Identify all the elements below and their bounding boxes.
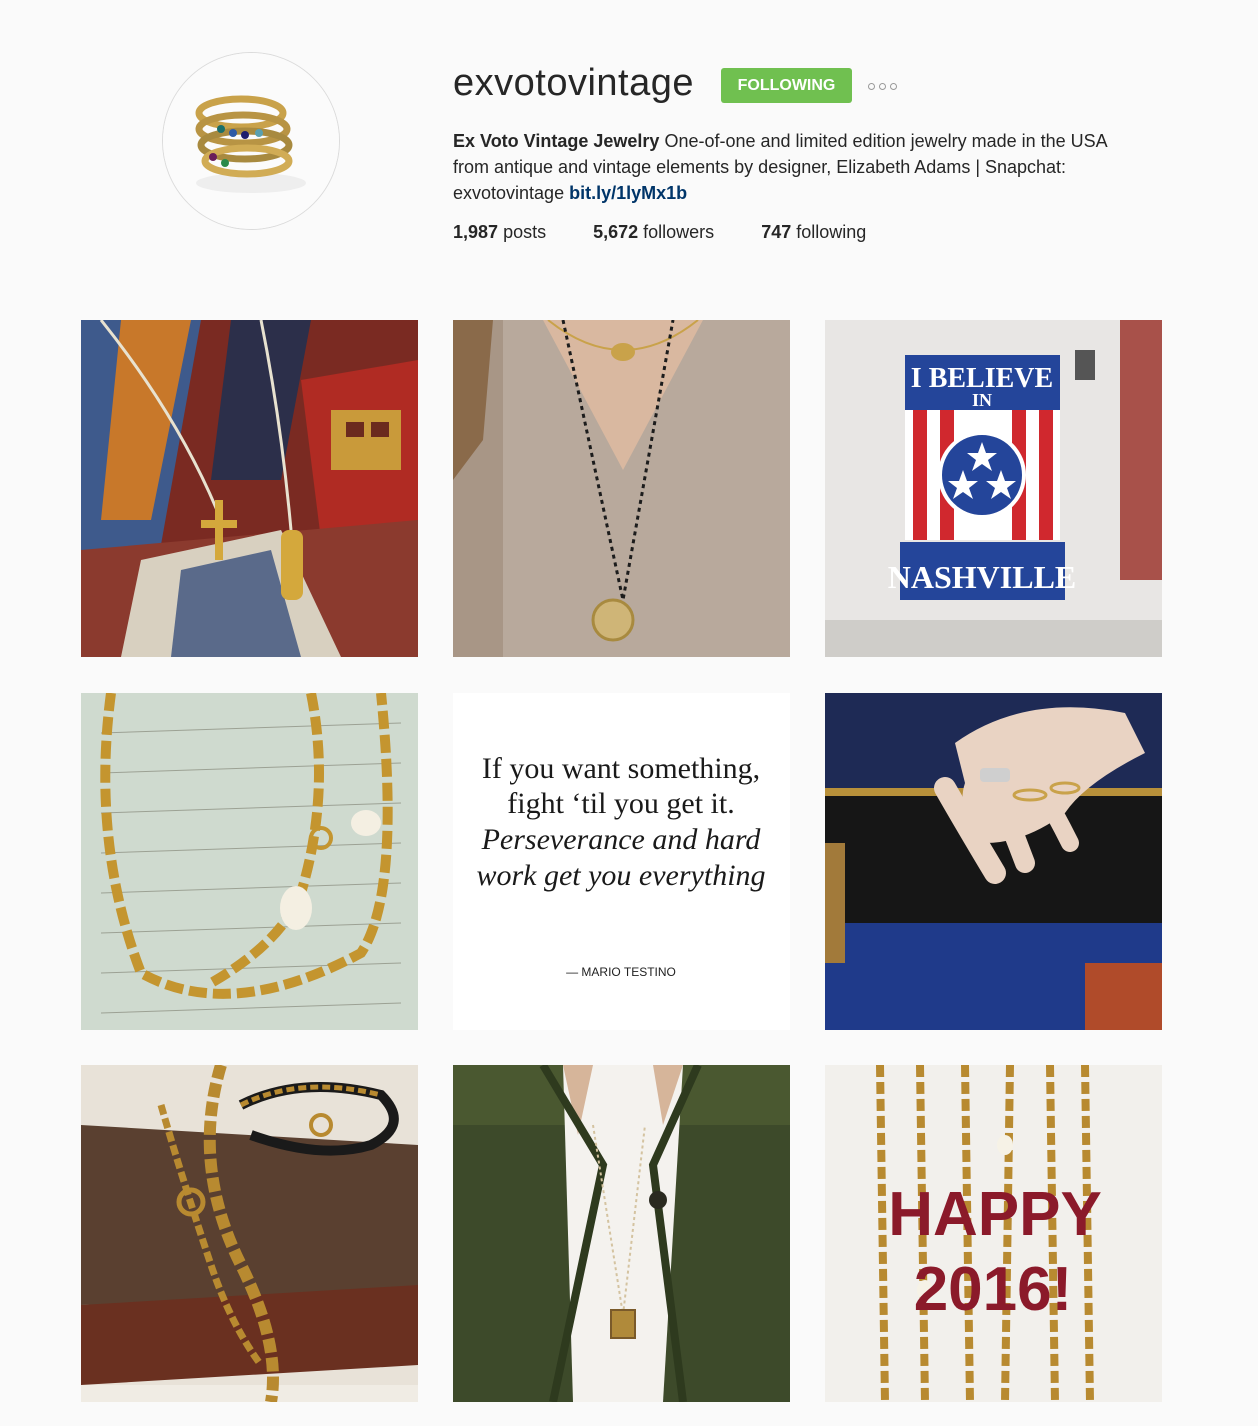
quote-line4: work get you everything — [476, 859, 765, 892]
newyear-line1: HAPPY — [888, 1180, 1102, 1249]
bio-text-line1: One-of-one and limited edition jewelry m… — [664, 131, 1108, 151]
quote-line2: fight ‘til you get it. — [507, 787, 734, 820]
quote-line3: Perseverance and hard — [481, 823, 762, 856]
followers-label: followers — [643, 222, 715, 242]
bio-link[interactable]: bit.ly/1lyMx1b — [569, 183, 687, 203]
following-stat[interactable]: 747 following — [761, 222, 866, 243]
following-label: following — [796, 222, 867, 242]
post-rings-hand[interactable] — [825, 693, 1162, 1030]
posts-label: posts — [503, 222, 547, 242]
mural-text-line2: IN — [972, 390, 992, 410]
quote-line1: If you want something, — [482, 752, 760, 785]
post-vneck-necklace[interactable] — [453, 320, 790, 657]
followers-stat[interactable]: 5,672 followers — [593, 222, 714, 243]
following-count: 747 — [761, 222, 792, 242]
posts-stat: 1,987 posts — [453, 222, 546, 243]
newyear-line2: 2016! — [914, 1255, 1073, 1324]
bio-text-line2: from antique and vintage elements by des… — [453, 157, 1067, 177]
dot-icon — [868, 82, 875, 90]
dot-icon — [890, 82, 897, 90]
bio-text-line3: exvotovintage — [453, 183, 565, 203]
profile-avatar[interactable] — [162, 52, 340, 230]
profile-bio: Ex Voto Vintage Jewelry One-of-one and l… — [453, 128, 1173, 206]
bio-full-name: Ex Voto Vintage Jewelry — [453, 131, 660, 151]
mural-text-line3: NASHVILLE — [888, 559, 1077, 595]
profile-stats: 1,987 posts 5,672 followers 747 followin… — [453, 222, 913, 243]
post-happy-new-year[interactable]: HAPPY 2016! — [825, 1065, 1162, 1402]
dot-icon — [879, 82, 886, 90]
post-olive-jacket[interactable] — [453, 1065, 790, 1402]
following-button[interactable]: FOLLOWING — [721, 68, 852, 103]
followers-count: 5,672 — [593, 222, 639, 242]
post-chain-pearls[interactable] — [81, 693, 418, 1030]
more-options-icon[interactable] — [868, 80, 900, 92]
post-chains-books[interactable] — [81, 1065, 418, 1402]
post-nashville-mural[interactable]: I BELIEVE IN NASHVILLE — [825, 320, 1162, 657]
post-quote[interactable]: If you want something, fight ‘til you ge… — [453, 693, 790, 1030]
post-tapestry-necklaces[interactable] — [81, 320, 418, 657]
profile-username: exvotovintage — [453, 62, 694, 104]
posts-count: 1,987 — [453, 222, 499, 242]
quote-author: — MARIO TESTINO — [566, 965, 676, 979]
